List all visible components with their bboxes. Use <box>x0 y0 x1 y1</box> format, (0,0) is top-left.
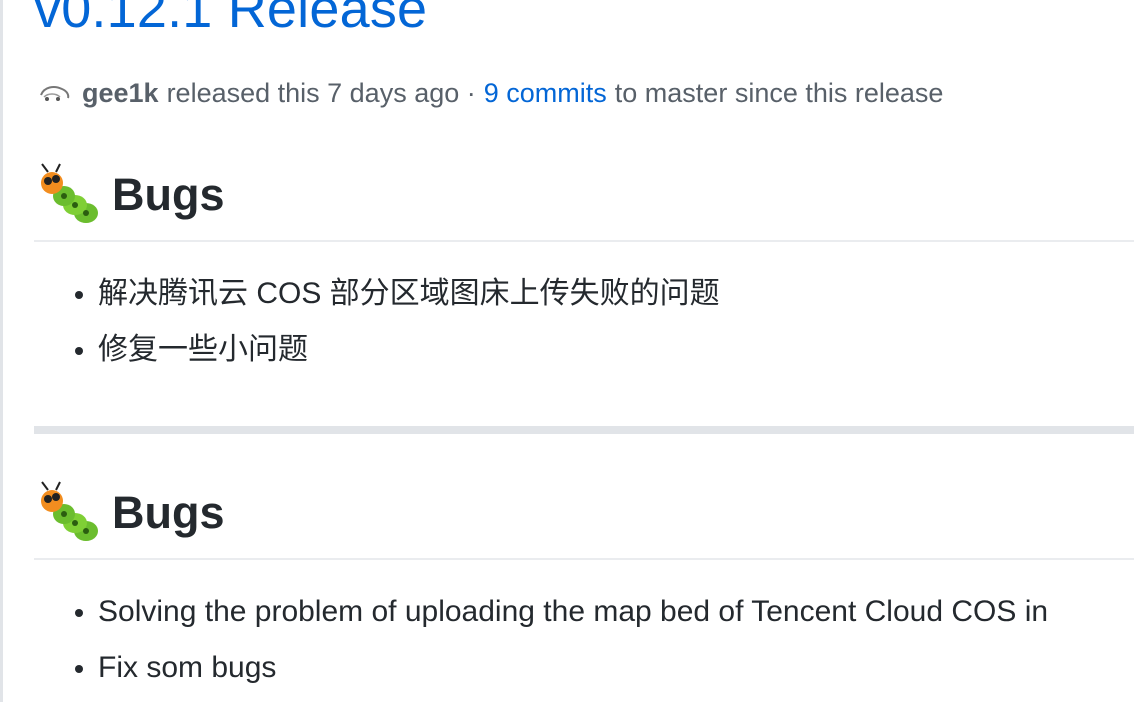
section-divider <box>34 426 1134 434</box>
section-heading-text: Bugs <box>112 169 225 220</box>
list-item: Fix som bugs <box>98 640 1134 696</box>
section-bugs-en: Bugs Solving the problem of uploading th… <box>34 478 1134 696</box>
list-item: Solving the problem of uploading the map… <box>98 584 1134 640</box>
author-avatar-icon[interactable] <box>38 83 72 105</box>
section-heading-text: Bugs <box>112 487 225 538</box>
bug-icon <box>41 163 98 223</box>
list-item: 解决腾讯云 COS 部分区域图床上传失败的问题 <box>98 266 1134 322</box>
commits-suffix: to master since this release <box>614 78 944 108</box>
release-title[interactable]: v0.12.1 Release <box>34 0 427 40</box>
released-text: released this 7 days ago · <box>166 78 476 108</box>
heading-divider <box>34 240 1134 242</box>
author-link[interactable]: gee1k <box>82 78 159 109</box>
bug-list: Solving the problem of uploading the map… <box>34 584 1134 696</box>
bug-icon <box>41 481 98 541</box>
section-bugs-cn: Bugs 解决腾讯云 COS 部分区域图床上传失败的问题 修复一些小问题 <box>34 160 1134 378</box>
section-heading: Bugs <box>34 478 1134 548</box>
list-item: 修复一些小问题 <box>98 322 1134 378</box>
section-heading: Bugs <box>34 160 1134 230</box>
heading-divider <box>34 558 1134 560</box>
left-border <box>0 0 3 702</box>
release-meta: gee1k released this 7 days ago · 9 commi… <box>38 78 943 109</box>
bug-list: 解决腾讯云 COS 部分区域图床上传失败的问题 修复一些小问题 <box>34 266 1134 378</box>
commits-link[interactable]: 9 commits <box>484 78 607 109</box>
